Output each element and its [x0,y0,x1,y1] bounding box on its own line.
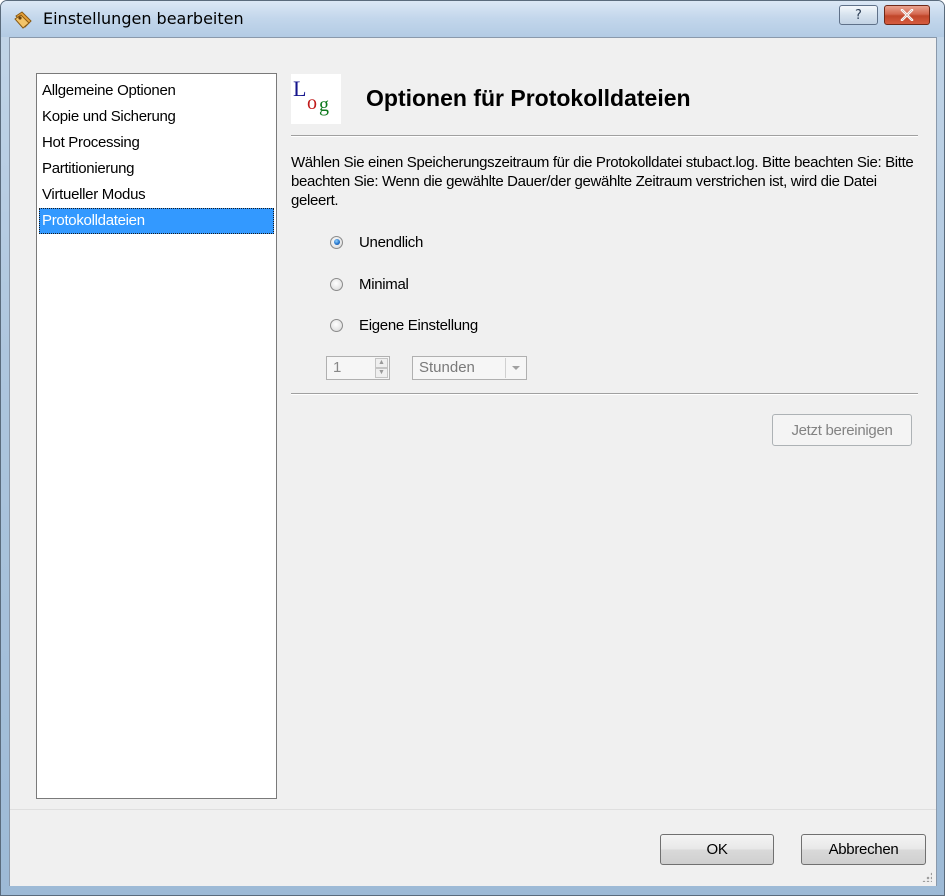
sidebar-item-kopie-und-sicherung[interactable]: Kopie und Sicherung [39,104,274,130]
divider [291,393,918,395]
stepper-down-icon[interactable]: ▼ [375,368,388,378]
client-area: Allgemeine Optionen Kopie und Sicherung … [9,37,937,886]
log-icon: L o g [291,74,341,124]
radio-label-eigene-einstellung: Eigene Einstellung [359,316,478,334]
duration-stepper[interactable]: 1 ▲ ▼ [326,356,390,380]
sidebar-item-partitionierung[interactable]: Partitionierung [39,156,274,182]
radio-label-minimal: Minimal [359,275,409,293]
stepper-arrows[interactable]: ▲ ▼ [375,358,388,378]
section-title: Optionen für Protokolldateien [366,85,691,111]
radio-label-unendlich: Unendlich [359,233,424,251]
close-button[interactable] [884,5,930,25]
cancel-button[interactable]: Abbrechen [801,834,926,865]
description-text: Wählen Sie einen Speicherungszeitraum fü… [291,154,914,209]
duration-unit-select[interactable]: Stunden [412,356,527,380]
dialog-footer [10,809,936,886]
title-bar[interactable]: Einstellungen bearbeiten ? [1,1,944,37]
sidebar-item-virtueller-modus[interactable]: Virtueller Modus [39,182,274,208]
window-title: Einstellungen bearbeiten [43,9,244,28]
radio-unendlich[interactable]: Unendlich [330,230,423,254]
duration-value: 1 [333,359,342,376]
radio-minimal[interactable]: Minimal [330,272,409,296]
radio-eigene-einstellung[interactable]: Eigene Einstellung [330,313,478,337]
app-icon [14,11,32,29]
divider [291,135,918,137]
log-icon-letter-o: o [307,92,317,114]
stepper-up-icon[interactable]: ▲ [375,358,388,368]
settings-category-list[interactable]: Allgemeine Optionen Kopie und Sicherung … [36,73,277,799]
duration-unit-value: Stunden [419,359,475,376]
ok-button[interactable]: OK [660,834,774,865]
help-button[interactable]: ? [839,5,878,25]
close-icon [900,9,914,21]
radio-button[interactable] [330,318,343,332]
radio-button-checked[interactable] [330,235,343,249]
sidebar-item-allgemeine-optionen[interactable]: Allgemeine Optionen [39,78,274,104]
settings-dialog: Einstellungen bearbeiten ? Allgemeine Op… [0,0,945,896]
log-icon-letter-l: L [293,76,307,101]
chevron-down-icon[interactable] [505,358,525,378]
sidebar-item-hot-processing[interactable]: Hot Processing [39,130,274,156]
radio-button[interactable] [330,277,343,291]
sidebar-item-protokolldateien[interactable]: Protokolldateien [39,208,274,234]
help-icon: ? [855,7,862,23]
cleanup-now-button[interactable]: Jetzt bereinigen [772,414,912,446]
log-icon-letter-g: g [319,94,329,116]
